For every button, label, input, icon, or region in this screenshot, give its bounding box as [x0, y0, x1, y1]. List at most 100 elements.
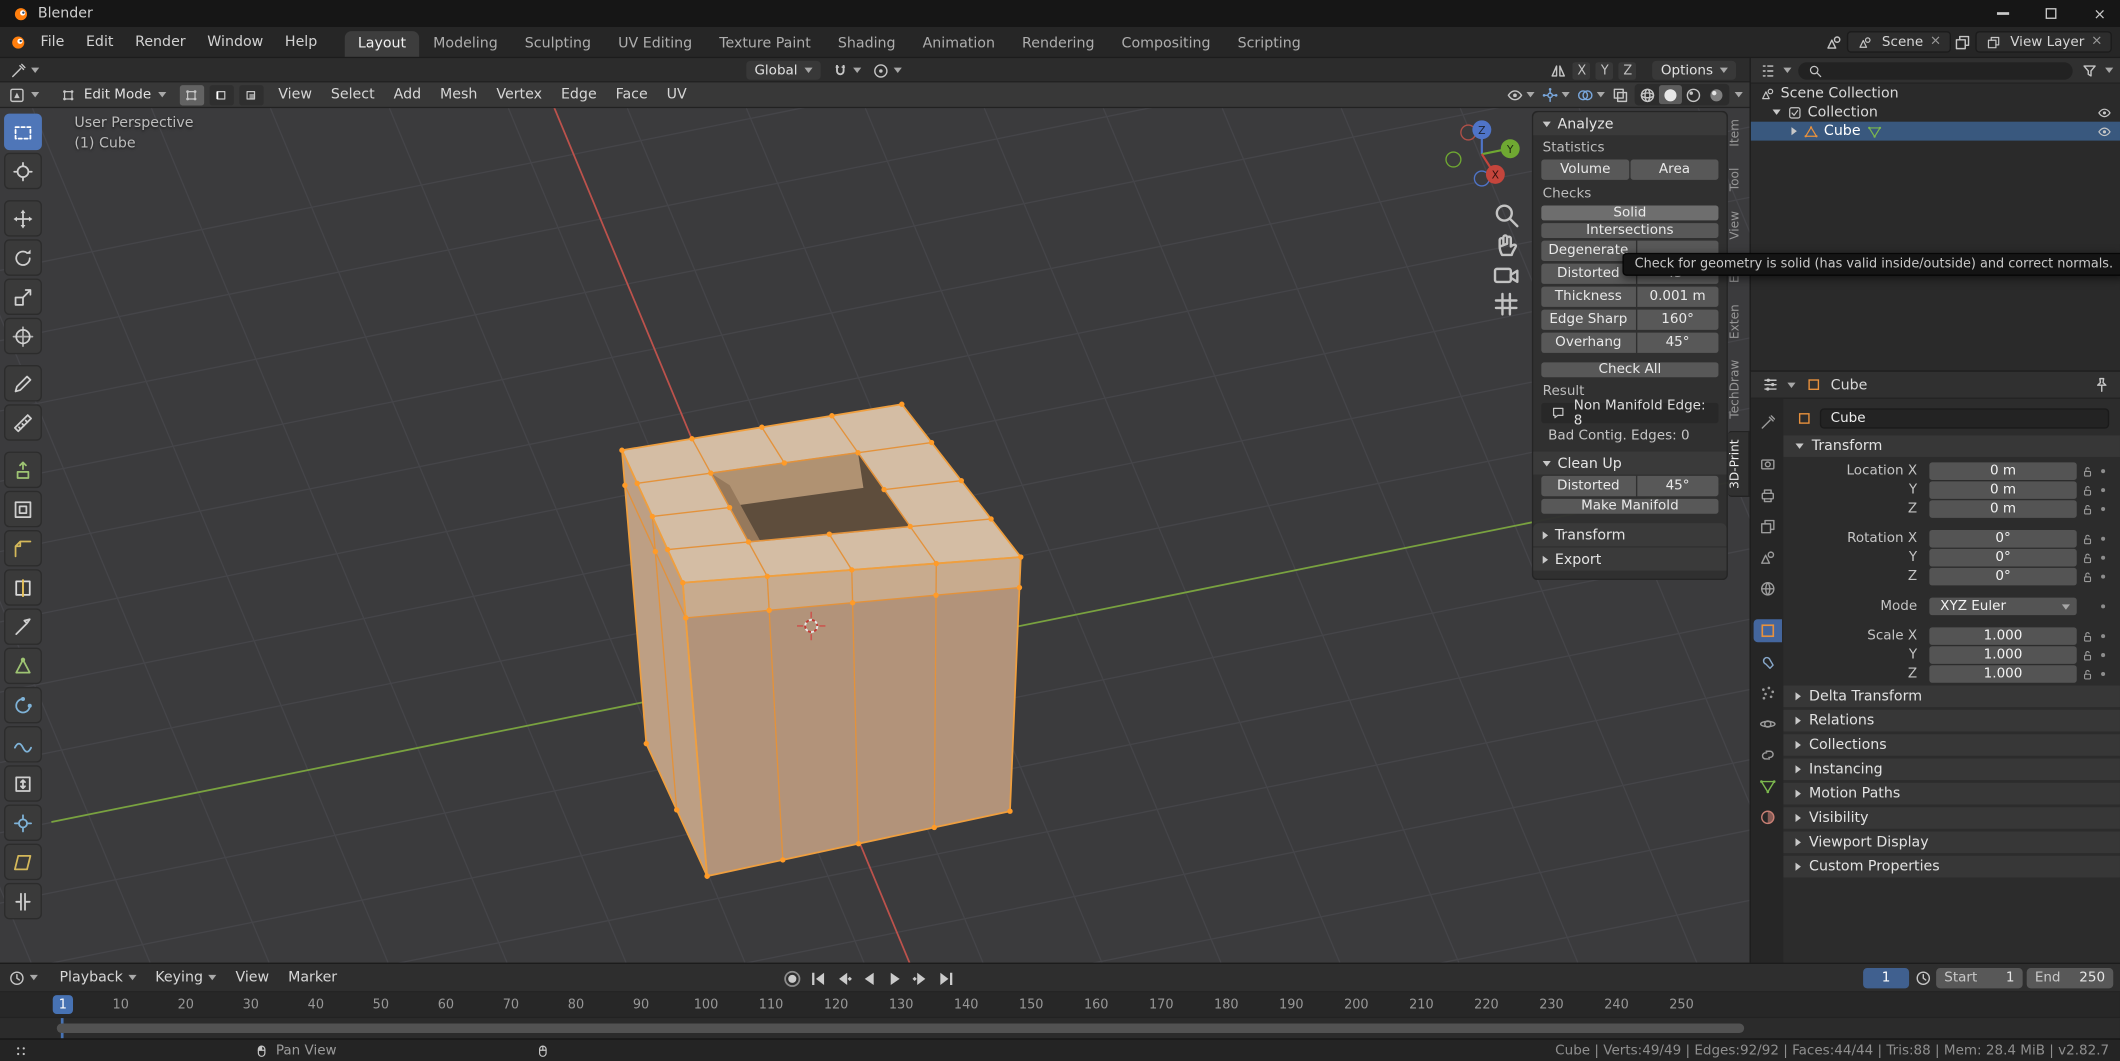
animate-dot-icon[interactable]	[2097, 653, 2109, 657]
sidebar-tab-exten[interactable]: Exten	[1728, 297, 1750, 345]
properties-tab-scene[interactable]	[1753, 546, 1781, 569]
menu-edit[interactable]: Edit	[75, 31, 124, 53]
area-button[interactable]: Area	[1631, 160, 1719, 180]
vertex-select-mode-button[interactable]	[180, 85, 204, 105]
animate-dot-icon[interactable]	[2097, 604, 2109, 608]
check-solid-button[interactable]: Solid	[1541, 206, 1718, 221]
properties-tab-material[interactable]	[1753, 806, 1781, 829]
workspace-tab-layout[interactable]: Layout	[344, 31, 419, 57]
panel-custom-properties-header[interactable]: Custom Properties	[1783, 856, 2120, 878]
workspace-tab-uv-editing[interactable]: UV Editing	[605, 31, 706, 57]
menu-render[interactable]: Render	[124, 31, 196, 53]
camera-view-icon[interactable]	[1491, 260, 1521, 290]
check-edge-sharp-button[interactable]: Edge Sharp	[1541, 310, 1635, 330]
animate-dot-icon[interactable]	[2097, 634, 2109, 638]
options-dropdown[interactable]: Options	[1653, 61, 1736, 80]
zoom-view-icon[interactable]	[1491, 200, 1521, 230]
cube-expand-icon[interactable]	[1791, 127, 1796, 135]
timeline-ruler[interactable]: 1 10203040506070809010011012013014015016…	[0, 992, 2120, 1018]
sidebar-tab-tool[interactable]: Tool	[1728, 160, 1750, 197]
workspace-tab-compositing[interactable]: Compositing	[1108, 31, 1224, 57]
outliner-search-input[interactable]	[1798, 62, 2072, 80]
blender-menu-icon[interactable]	[8, 32, 27, 51]
navigation-gizmo[interactable]: Z Y X	[1428, 114, 1536, 198]
workspace-tab-sculpting[interactable]: Sculpting	[511, 31, 604, 57]
cleanup-distorted-button[interactable]: Distorted	[1541, 476, 1635, 496]
outliner-row-scene-collection[interactable]: Scene Collection	[1751, 84, 2120, 103]
panel-viewport-display-header[interactable]: Viewport Display	[1783, 832, 2120, 854]
menu-file[interactable]: File	[30, 31, 75, 53]
viewport-menu-vertex[interactable]: Vertex	[487, 87, 552, 103]
timeline-menu-keying[interactable]: Keying	[146, 969, 226, 985]
browse-scene-icon[interactable]	[1825, 32, 1844, 51]
viewport-menu-mesh[interactable]: Mesh	[431, 87, 487, 103]
wireframe-shading-icon[interactable]	[1636, 85, 1659, 104]
play-reverse-button[interactable]	[859, 968, 881, 988]
lock-open-icon[interactable]	[2077, 551, 2097, 565]
sidebar-tab-techdraw[interactable]: TechDraw	[1728, 352, 1750, 425]
properties-tab-modifiers[interactable]	[1753, 650, 1781, 673]
edge-select-mode-button[interactable]	[209, 85, 233, 105]
menu-window[interactable]: Window	[196, 31, 274, 53]
snap-dropdown-icon[interactable]	[853, 68, 861, 73]
panel-transform-header[interactable]: Transform	[1533, 523, 1726, 546]
cleanup-panel-header[interactable]: Clean Up	[1533, 452, 1726, 475]
animate-dot-icon[interactable]	[2097, 575, 2109, 579]
editor-outliner-icon[interactable]	[1758, 61, 1777, 80]
maximize-button[interactable]	[2031, 0, 2072, 27]
menu-help[interactable]: Help	[274, 31, 328, 53]
show-object-types-icon[interactable]	[1505, 85, 1524, 104]
value-field-rotation-x[interactable]: 0°	[1929, 530, 2076, 548]
jump-to-start-button[interactable]	[807, 968, 829, 988]
gizmos-toggle-icon[interactable]	[1540, 85, 1559, 104]
timeline-menu-marker[interactable]: Marker	[279, 969, 347, 985]
viewport-canvas[interactable]	[0, 108, 1750, 962]
tool-spin[interactable]	[4, 687, 42, 724]
value-field-scale-x[interactable]: 1.000	[1929, 627, 2076, 645]
workspace-tab-shading[interactable]: Shading	[824, 31, 909, 57]
tool-box-select[interactable]	[4, 114, 42, 151]
viewport-menu-edge[interactable]: Edge	[551, 87, 606, 103]
filter-icon[interactable]	[2079, 61, 2098, 80]
viewport-menu-uv[interactable]: UV	[657, 87, 696, 103]
material-shading-icon[interactable]	[1682, 85, 1705, 104]
check-intersections-button[interactable]: Intersections	[1541, 223, 1718, 238]
properties-tab-view-layer[interactable]	[1753, 515, 1781, 538]
lock-open-icon[interactable]	[2077, 629, 2097, 643]
value-field-z[interactable]: 0 m	[1929, 500, 2076, 518]
minimize-button[interactable]	[1982, 0, 2023, 27]
panel-collections-header[interactable]: Collections	[1783, 734, 2120, 756]
tool-bevel[interactable]	[4, 530, 42, 567]
tool-extrude-region[interactable]	[4, 452, 42, 489]
workspace-tab-scripting[interactable]: Scripting	[1224, 31, 1314, 57]
lock-open-icon[interactable]	[2077, 464, 2097, 478]
animate-dot-icon[interactable]	[2097, 672, 2109, 676]
tool-cursor[interactable]	[4, 153, 42, 190]
proportional-dropdown-icon[interactable]	[894, 68, 902, 73]
animate-dot-icon[interactable]	[2097, 488, 2109, 492]
gizmo-neg-y-handle[interactable]	[1446, 152, 1461, 167]
sidebar-tab-view[interactable]: View	[1728, 204, 1750, 246]
properties-tab-active-tool[interactable]	[1753, 411, 1781, 434]
timeline-menu-view[interactable]: View	[226, 969, 279, 985]
editor-properties-icon[interactable]	[1760, 375, 1779, 394]
browse-view-layer-icon[interactable]	[1953, 32, 1972, 51]
viewport-menu-add[interactable]: Add	[384, 87, 430, 103]
thickness-value-field[interactable]: 0.001 m	[1637, 287, 1719, 307]
lock-open-icon[interactable]	[2077, 570, 2097, 584]
check-degenerate-button[interactable]: Degenerate	[1541, 241, 1635, 261]
scene-selector[interactable]: Scene ×	[1847, 31, 1951, 53]
tool-measure[interactable]	[4, 404, 42, 441]
properties-tab-physics[interactable]	[1753, 713, 1781, 736]
collection-expand-icon[interactable]	[1773, 110, 1781, 115]
face-select-mode-button[interactable]	[239, 85, 263, 105]
object-name-field[interactable]: Cube	[1820, 408, 2109, 428]
tool-rotate[interactable]	[4, 239, 42, 276]
tool-edge-slide[interactable]	[4, 765, 42, 802]
previous-keyframe-button[interactable]	[833, 968, 855, 988]
solid-shading-icon[interactable]	[1659, 85, 1682, 104]
x-ray-toggle-icon[interactable]	[1610, 85, 1629, 104]
check-all-button[interactable]: Check All	[1541, 362, 1718, 377]
viewport-menu-select[interactable]: Select	[321, 87, 384, 103]
workspace-tab-modeling[interactable]: Modeling	[420, 31, 512, 57]
